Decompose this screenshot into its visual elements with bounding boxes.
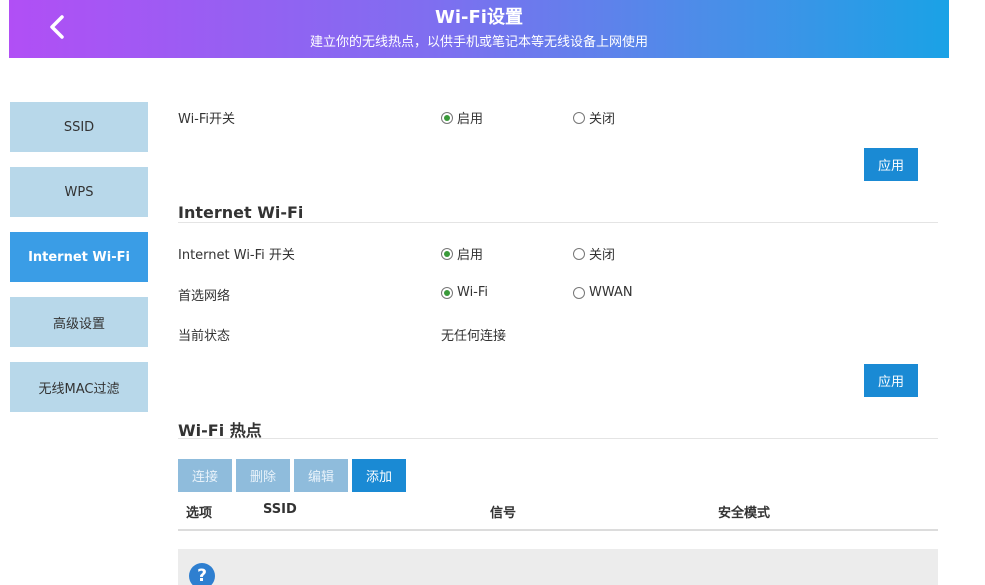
internet-wifi-disable-radio[interactable]: 关闭 — [573, 244, 615, 263]
column-header-option: 选项 — [186, 506, 213, 521]
column-header-security-mode: 安全模式 — [718, 506, 771, 521]
sidebar-item-ssid[interactable]: SSID — [10, 102, 148, 152]
radio-unchecked-icon — [573, 286, 585, 299]
connect-button[interactable]: 连接 — [178, 459, 232, 492]
preferred-network-label: 首选网络 — [178, 289, 231, 304]
radio-label: 关闭 — [589, 248, 616, 263]
page-title: Wi-Fi设置 — [435, 7, 523, 28]
table-header-divider — [178, 529, 938, 531]
radio-label: Wi-Fi — [457, 285, 489, 300]
internet-wifi-switch-label: Internet Wi-Fi 开关 — [178, 248, 295, 263]
help-panel: ? — [178, 549, 938, 585]
delete-button[interactable]: 删除 — [236, 459, 290, 492]
wifi-switch-enable-radio[interactable]: 启用 — [441, 108, 483, 127]
radio-unchecked-icon — [573, 247, 585, 260]
radio-checked-icon — [441, 286, 453, 299]
page-header: Wi-Fi设置 建立你的无线热点，以供手机或笔记本等无线设备上网使用 — [9, 0, 949, 58]
wifi-switch-label: Wi-Fi开关 — [178, 112, 236, 127]
section-divider — [178, 222, 938, 223]
radio-unchecked-icon — [573, 111, 585, 124]
internet-wifi-section-title: Internet Wi-Fi — [178, 203, 304, 222]
internet-wifi-apply-button[interactable]: 应用 — [864, 364, 918, 397]
help-icon[interactable]: ? — [189, 563, 215, 585]
radio-label: 关闭 — [589, 112, 616, 127]
page-subtitle: 建立你的无线热点，以供手机或笔记本等无线设备上网使用 — [309, 35, 648, 50]
column-header-signal: 信号 — [490, 506, 517, 521]
radio-label: 启用 — [457, 248, 484, 263]
radio-label: WWAN — [589, 285, 633, 300]
section-divider — [178, 438, 938, 439]
wifi-switch-apply-button[interactable]: 应用 — [864, 148, 918, 181]
preferred-network-wwan-radio[interactable]: WWAN — [573, 285, 633, 300]
sidebar-item-advanced[interactable]: 高级设置 — [10, 297, 148, 347]
current-status-value: 无任何连接 — [441, 329, 507, 344]
radio-checked-icon — [441, 111, 453, 124]
internet-wifi-enable-radio[interactable]: 启用 — [441, 244, 483, 263]
radio-label: 启用 — [457, 112, 484, 127]
add-button[interactable]: 添加 — [352, 459, 406, 492]
radio-checked-icon — [441, 247, 453, 260]
sidebar-item-wps[interactable]: WPS — [10, 167, 148, 217]
preferred-network-wifi-radio[interactable]: Wi-Fi — [441, 285, 488, 300]
sidebar-item-mac-filter[interactable]: 无线MAC过滤 — [10, 362, 148, 412]
wifi-switch-disable-radio[interactable]: 关闭 — [573, 108, 615, 127]
column-header-ssid: SSID — [263, 502, 297, 517]
current-status-label: 当前状态 — [178, 329, 231, 344]
sidebar-item-internet-wifi[interactable]: Internet Wi-Fi — [10, 232, 148, 282]
edit-button[interactable]: 编辑 — [294, 459, 348, 492]
